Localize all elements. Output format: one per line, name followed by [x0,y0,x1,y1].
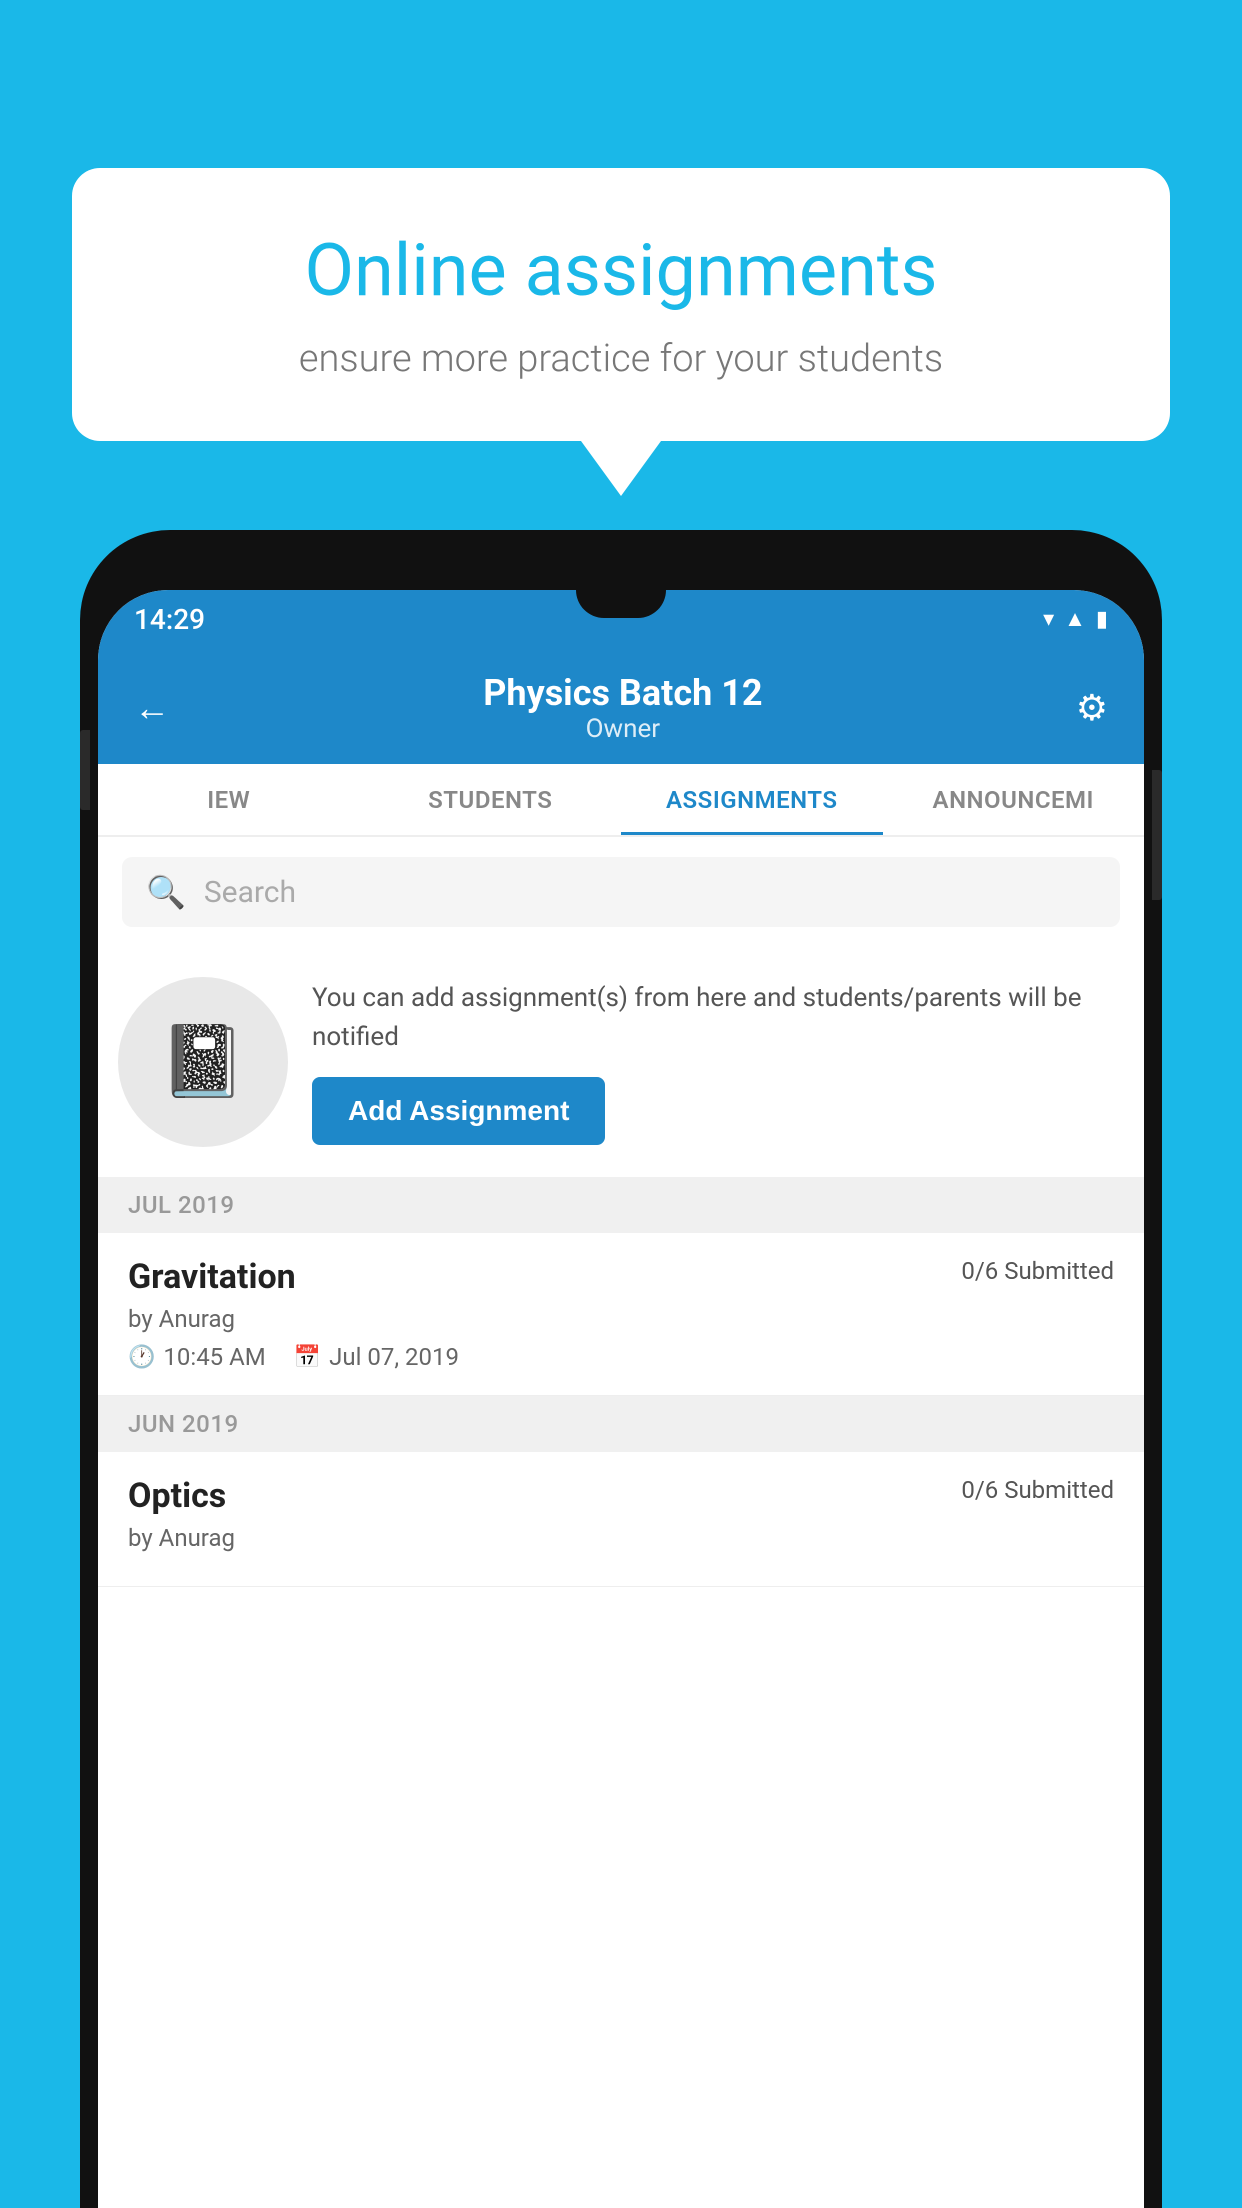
search-bar[interactable]: 🔍 Search [122,857,1120,927]
batch-role: Owner [170,714,1076,744]
assignment-author-optics: by Anurag [128,1524,1114,1552]
search-container: 🔍 Search [98,837,1144,947]
settings-icon[interactable]: ⚙ [1076,687,1108,729]
calendar-icon: 📅 [294,1345,321,1370]
speech-bubble-container: Online assignments ensure more practice … [72,168,1170,496]
back-button[interactable]: ← [134,687,170,729]
phone-notch [576,590,666,618]
phone-frame: 14:29 ▾ ▲ ▮ ← Physics Batch 12 Owner ⚙ I… [80,530,1162,2208]
power-button [1152,770,1162,900]
assignment-promo: 📓 You can add assignment(s) from here an… [98,947,1144,1177]
section-jun-2019: JUN 2019 [98,1396,1144,1452]
assignment-gravitation[interactable]: Gravitation 0/6 Submitted by Anurag 🕐 10… [98,1233,1144,1396]
signal-icon: ▲ [1064,606,1086,632]
add-assignment-button[interactable]: Add Assignment [312,1077,605,1145]
status-time: 14:29 [134,603,205,636]
tab-assignments[interactable]: ASSIGNMENTS [621,764,883,835]
phone-screen: 14:29 ▾ ▲ ▮ ← Physics Batch 12 Owner ⚙ I… [98,590,1144,2208]
search-icon: 🔍 [146,873,186,911]
tab-iew[interactable]: IEW [98,764,360,835]
assignment-time: 🕐 10:45 AM [128,1343,266,1371]
wifi-icon: ▾ [1043,607,1054,632]
assignment-name-optics: Optics [128,1476,226,1516]
assignment-author: by Anurag [128,1305,1114,1333]
assignment-submitted: 0/6 Submitted [961,1257,1114,1285]
speech-bubble: Online assignments ensure more practice … [72,168,1170,441]
tab-students[interactable]: STUDENTS [360,764,622,835]
assignment-date: 📅 Jul 07, 2019 [294,1343,459,1371]
header-center: Physics Batch 12 Owner [170,672,1076,744]
assignment-meta: 🕐 10:45 AM 📅 Jul 07, 2019 [128,1343,1114,1371]
promo-content: You can add assignment(s) from here and … [312,979,1114,1145]
tab-announcements[interactable]: ANNOUNCEMI [883,764,1145,835]
app-header: ← Physics Batch 12 Owner ⚙ [98,648,1144,764]
speech-bubble-arrow [581,441,661,496]
speech-bubble-title: Online assignments [152,228,1090,313]
speech-bubble-subtitle: ensure more practice for your students [152,337,1090,381]
tab-bar: IEW STUDENTS ASSIGNMENTS ANNOUNCEMI [98,764,1144,837]
clock-icon: 🕐 [128,1345,155,1370]
volume-button [80,730,90,810]
notebook-icon: 📓 [159,1021,246,1103]
battery-icon: ▮ [1096,607,1108,632]
assignment-optics[interactable]: Optics 0/6 Submitted by Anurag [98,1452,1144,1587]
status-icons: ▾ ▲ ▮ [1043,606,1108,632]
promo-text: You can add assignment(s) from here and … [312,979,1114,1057]
assignment-header-optics: Optics 0/6 Submitted [128,1476,1114,1516]
promo-icon-circle: 📓 [118,977,288,1147]
search-placeholder: Search [204,875,296,910]
batch-title: Physics Batch 12 [170,672,1076,714]
assignment-submitted-optics: 0/6 Submitted [961,1476,1114,1504]
assignment-name: Gravitation [128,1257,296,1297]
assignment-header: Gravitation 0/6 Submitted [128,1257,1114,1297]
section-jul-2019: JUL 2019 [98,1177,1144,1233]
